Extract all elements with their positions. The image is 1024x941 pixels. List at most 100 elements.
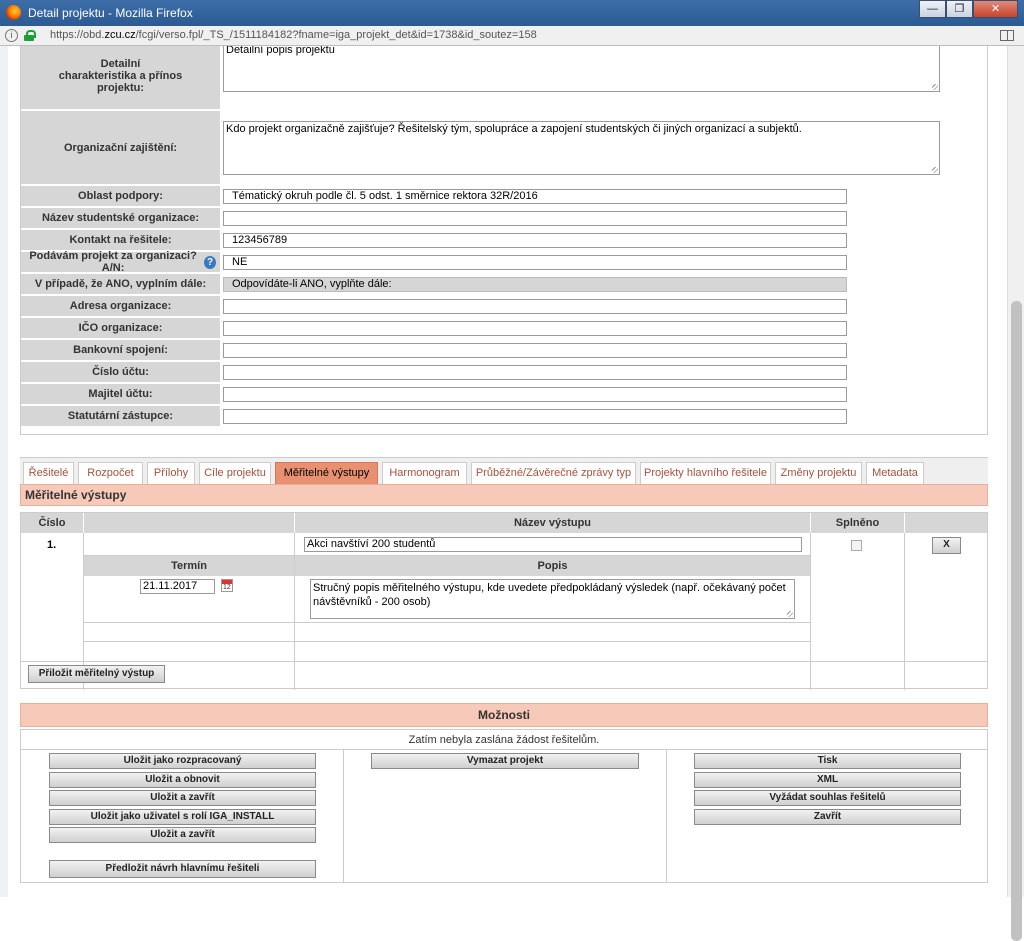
contact-input[interactable]: 123456789	[223, 232, 847, 248]
form-label: V případě, že ANO, vyplním dále:	[21, 274, 220, 294]
save-close-button[interactable]: Uložit a zavřít	[49, 790, 316, 806]
close-button[interactable]: Zavřít	[694, 809, 961, 825]
address-bar[interactable]: i https://obd.zcu.cz/fcgi/verso.fpl/_TS_…	[0, 26, 1024, 46]
form-row: Číslo účtu:	[21, 362, 987, 384]
column-header-number: Číslo	[21, 513, 83, 533]
form-row: Kontakt na řešitele: 123456789	[21, 230, 987, 252]
form-label: Statutární zástupce:	[21, 406, 220, 426]
save-as-install-button[interactable]: Uložit jako uživatel s rolí IGA_INSTALL	[49, 809, 316, 825]
form-row-organization: Organizační zajištění: Kdo projekt organ…	[21, 111, 987, 186]
form-label: Organizační zajištění:	[21, 111, 220, 184]
save-refresh-button[interactable]: Uložit a obnovit	[49, 772, 316, 788]
xml-button[interactable]: XML	[694, 772, 961, 788]
section-title: Měřitelné výstupy	[20, 484, 988, 506]
submit-to-main-solver-button[interactable]: Předložit návrh hlavnímu řešiteli	[49, 860, 316, 878]
support-area-input[interactable]: Tématický okruh podle čl. 5 odst. 1 směr…	[223, 188, 847, 204]
delete-project-button[interactable]: Vymazat projekt	[371, 753, 639, 769]
column-header-description: Popis	[295, 556, 810, 576]
output-description-textarea[interactable]: Stručný popis měřitelného výstupu, kde u…	[310, 579, 795, 619]
attach-output-button[interactable]: Přiložit měřitelný výstup	[28, 665, 165, 683]
maximize-button[interactable]: ❐	[946, 0, 973, 18]
form-label: Kontakt na řešitele:	[21, 230, 220, 250]
outputs-table: Číslo Název výstupu Splněno 1. Akci navš…	[20, 512, 988, 690]
statutory-rep-input[interactable]	[223, 408, 847, 424]
tab-rozpocet[interactable]: Rozpočet	[78, 462, 143, 485]
org-ico-input[interactable]	[223, 320, 847, 336]
calendar-icon[interactable]: 12	[221, 579, 233, 592]
tab-projekty-hlavniho-resitele[interactable]: Projekty hlavního řešitele	[640, 462, 771, 485]
tab-bar: Řešitelé Rozpočet Přílohy Cíle projektu …	[20, 457, 988, 500]
form-row: Oblast podpory: Tématický okruh podle čl…	[21, 186, 987, 208]
delete-output-button[interactable]: X	[932, 537, 961, 554]
tab-harmonogram[interactable]: Harmonogram	[382, 462, 467, 485]
window-titlebar: Detail projektu - Mozilla Firefox — ❐ ✕	[0, 0, 1024, 26]
save-close-button-2[interactable]: Uložit a zavřít	[49, 827, 316, 843]
form-row: Adresa organizace:	[21, 296, 987, 318]
options-panel: Zatím nebyla zaslána žádost řešitelům. U…	[20, 729, 988, 883]
form-label: Podávám projekt za organizaci? A/N:	[29, 250, 197, 274]
form-label: Detailní charakteristika a přínos projek…	[21, 46, 220, 109]
form-row: V případě, že ANO, vyplním dále: Odpovíd…	[21, 274, 987, 296]
account-number-input[interactable]	[223, 364, 847, 380]
form-label: Název studentské organizace:	[21, 208, 220, 228]
request-consent-button[interactable]: Vyžádat souhlas řešitelů	[694, 790, 961, 806]
tab-metadata[interactable]: Metadata	[866, 462, 924, 485]
form-row: Majitel účtu:	[21, 384, 987, 406]
tab-meritelne-vystupy[interactable]: Měřitelné výstupy	[275, 462, 378, 485]
output-number: 1.	[47, 539, 57, 551]
tab-prilohy[interactable]: Přílohy	[147, 462, 195, 485]
org-submission-input[interactable]: NE	[223, 254, 847, 270]
tab-zpravy[interactable]: Průběžné/Závěrečné zprávy typ 1	[471, 462, 636, 500]
done-checkbox[interactable]	[851, 540, 862, 551]
left-gutter	[0, 46, 8, 897]
tab-zmeny-projektu[interactable]: Změny projektu	[775, 462, 862, 485]
form-label: Oblast podpory:	[21, 186, 220, 206]
page-content: Detailní charakteristika a přínos projek…	[8, 46, 1007, 897]
project-form: Detailní charakteristika a přínos projek…	[20, 46, 988, 435]
organization-textarea[interactable]: Kdo projekt organizačně zajišťuje? Řešit…	[223, 120, 940, 175]
account-owner-input[interactable]	[223, 386, 847, 402]
save-draft-button[interactable]: Uložit jako rozpracovaný	[49, 753, 316, 769]
if-yes-info-field: Odpovídáte-li ANO, vyplňte dále:	[223, 276, 847, 292]
form-row: Statutární zástupce:	[21, 406, 987, 428]
org-address-input[interactable]	[223, 298, 847, 314]
options-message: Zatím nebyla zaslána žádost řešitelům.	[408, 734, 600, 746]
tab-cile-projektu[interactable]: Cíle projektu	[199, 462, 271, 485]
output-name-input[interactable]: Akci navštíví 200 studentů	[304, 537, 802, 552]
column-header-spacer	[84, 513, 294, 533]
print-button[interactable]: Tisk	[694, 753, 961, 769]
detail-description-textarea[interactable]: Detailní popis projektu	[223, 46, 940, 92]
window-title: Detail projektu - Mozilla Firefox	[28, 6, 193, 20]
form-label-with-help: Podávám projekt za organizaci? A/N:?	[21, 250, 220, 274]
firefox-icon	[6, 5, 21, 20]
options-title: Možnosti	[20, 703, 988, 727]
info-icon[interactable]: i	[5, 29, 18, 42]
close-window-button[interactable]: ✕	[973, 0, 1018, 18]
form-row: IČO organizace:	[21, 318, 987, 340]
form-row: Podávám projekt za organizaci? A/N:? NE	[21, 250, 987, 274]
scrollbar-thumb[interactable]	[1011, 301, 1022, 941]
reader-view-icon[interactable]	[1000, 30, 1014, 41]
column-header-done: Splněno	[811, 513, 904, 533]
form-label: Adresa organizace:	[21, 296, 220, 316]
form-row: Bankovní spojení:	[21, 340, 987, 362]
column-header-name: Název výstupu	[295, 513, 810, 533]
form-label: IČO organizace:	[21, 318, 220, 338]
url-text[interactable]: https://obd.zcu.cz/fcgi/verso.fpl/_TS_/1…	[50, 29, 537, 41]
help-icon[interactable]: ?	[204, 255, 216, 269]
deadline-input[interactable]: 21.11.2017	[140, 579, 215, 594]
form-label: Číslo účtu:	[21, 362, 220, 382]
lock-icon[interactable]	[24, 30, 36, 41]
form-label: Bankovní spojení:	[21, 340, 220, 360]
minimize-button[interactable]: —	[919, 0, 946, 18]
student-org-name-input[interactable]	[223, 210, 847, 226]
column-header-action	[905, 513, 987, 533]
form-label: Majitel účtu:	[21, 384, 220, 404]
column-header-deadline: Termín	[84, 556, 294, 576]
bank-input[interactable]	[223, 342, 847, 358]
tab-resitele[interactable]: Řešitelé	[23, 462, 74, 485]
form-row: Název studentské organizace:	[21, 208, 987, 230]
vertical-scrollbar[interactable]	[1007, 46, 1024, 941]
window-controls: — ❐ ✕	[919, 0, 1018, 18]
form-row-detail: Detailní charakteristika a přínos projek…	[21, 46, 987, 111]
